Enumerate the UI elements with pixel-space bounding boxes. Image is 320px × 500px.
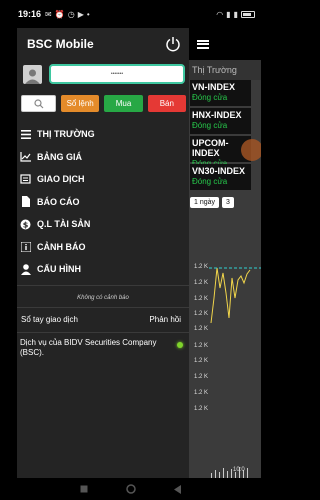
status-system-icons: ◠ ▮ ▮ — [216, 10, 255, 19]
status-time: 19:16 — [18, 9, 42, 19]
index-status: Đóng cửa — [192, 121, 228, 130]
menu-item-cau-hinh[interactable]: CẤU HÌNH — [17, 258, 189, 281]
divider — [17, 284, 189, 286]
document-icon — [20, 196, 31, 208]
signal-icon-2: ▮ — [233, 9, 238, 19]
account-field[interactable]: ••••••• — [49, 64, 185, 84]
market-title: Thị Trường — [189, 60, 261, 80]
bars-icon — [20, 129, 31, 140]
footer-links: Sổ tay giao dịch Phản hồi — [17, 313, 189, 326]
wifi-icon: ◠ — [216, 9, 224, 19]
system-nav-bar — [0, 478, 261, 500]
more-dots-icon: • — [86, 9, 90, 19]
menu-label: BẢNG GIÁ — [37, 151, 82, 162]
search-icon — [33, 98, 43, 108]
mail-icon: ✉ — [45, 9, 52, 19]
divider — [17, 306, 189, 308]
back-icon[interactable] — [173, 484, 182, 494]
trading-manual-link[interactable]: Sổ tay giao dịch — [21, 315, 78, 324]
menu-label: BÁO CÁO — [37, 196, 80, 207]
index-card[interactable]: UPCOM-INDEX Đóng cửa — [190, 136, 261, 168]
index-card[interactable]: HNX-INDEX Đóng cửa — [190, 108, 251, 134]
battery-icon — [241, 10, 255, 18]
provider-text: Dịch vụ của BIDV Securities Company (BSC… — [17, 333, 189, 358]
search-button[interactable] — [21, 95, 56, 112]
menu-item-bao-cao[interactable]: BÁO CÁO — [17, 191, 189, 214]
menu-label: THỊ TRƯỜNG — [37, 129, 95, 140]
quick-actions: Sổ lệnh Mua Bán — [17, 95, 189, 112]
index-name: VN-INDEX — [192, 82, 236, 92]
power-icon[interactable] — [163, 34, 183, 54]
money-icon: $ — [20, 219, 31, 230]
menu-item-bang-gia[interactable]: BẢNG GIÁ — [17, 146, 189, 169]
menu-label: CẤU HÌNH — [37, 264, 81, 275]
avatar-icon[interactable] — [23, 64, 42, 84]
menu-label: GIAO DỊCH — [37, 174, 85, 185]
index-line — [210, 267, 251, 324]
menu-label: CẢNH BÁO — [37, 241, 86, 252]
x-axis-label: 10:0 — [233, 467, 245, 473]
index-name: HNX-INDEX — [192, 110, 242, 120]
drawer-menu: THỊ TRƯỜNG BẢNG GIÁ GIAO DỊCH BÁO CÁO $ … — [17, 123, 189, 281]
provider-label: Dịch vụ của BIDV Securities Company (BSC… — [20, 337, 157, 357]
info-icon — [20, 241, 31, 252]
chart-icon — [20, 151, 31, 162]
menu-item-canh-bao[interactable]: CẢNH BÁO — [17, 236, 189, 259]
status-notification-icons: ✉ ⏰ ◷ ▶ • — [45, 10, 90, 19]
index-card[interactable]: VN-INDEX Đóng cửa — [190, 80, 251, 106]
intraday-chart: 1.2 K 1.2 K 1.2 K 1.2 K 1.2 K 1.2 K 1.2 … — [189, 258, 261, 478]
period-tab[interactable]: 3 — [222, 197, 234, 208]
alarm-icon: ⏰ — [54, 9, 65, 19]
order-book-button[interactable]: Sổ lệnh — [61, 95, 100, 112]
buy-button[interactable]: Mua — [104, 95, 143, 112]
index-card[interactable]: VN30-INDEX Đóng cửa — [190, 164, 251, 190]
period-tabs: 1 ngày 3 — [189, 192, 261, 208]
period-tab[interactable]: 1 ngày — [190, 197, 220, 208]
market-header — [189, 28, 261, 60]
feedback-link[interactable]: Phản hồi — [149, 315, 181, 324]
user-icon — [20, 263, 31, 275]
status-bar: 19:16 ✉ ⏰ ◷ ▶ • ◠ ▮ ▮ — [0, 0, 261, 28]
drawer-header: BSC Mobile — [17, 28, 189, 60]
navigation-drawer: BSC Mobile ••••••• Sổ lệnh Mua Bán THỊ T… — [17, 28, 189, 478]
signal-icon: ▮ — [226, 9, 231, 19]
svg-text:$: $ — [23, 220, 29, 229]
app-title: BSC Mobile — [27, 37, 94, 51]
index-status: Đóng cửa — [192, 177, 228, 186]
index-status: Đóng cửa — [192, 93, 228, 102]
menu-item-thi-truong[interactable]: THỊ TRƯỜNG — [17, 123, 189, 146]
user-row: ••••••• — [17, 61, 189, 87]
exchange-icon — [20, 174, 31, 185]
seal-badge — [241, 139, 261, 161]
video-icon: ▶ — [77, 9, 84, 19]
menu-item-ql-tai-san[interactable]: $ Q.L TÀI SẢN — [17, 213, 189, 236]
menu-item-giao-dich[interactable]: GIAO DỊCH — [17, 168, 189, 191]
no-alert-message: Không có cảnh báo — [77, 295, 129, 301]
index-name: VN30-INDEX — [192, 166, 246, 176]
clock-icon: ◷ — [67, 9, 75, 19]
online-status-dot-icon — [177, 341, 183, 348]
sell-button[interactable]: Bán — [147, 95, 186, 112]
chart-line-svg — [209, 267, 261, 478]
home-icon[interactable] — [125, 484, 136, 494]
hamburger-menu-icon[interactable] — [197, 39, 209, 49]
recents-icon[interactable] — [80, 485, 88, 493]
menu-label: Q.L TÀI SẢN — [37, 219, 91, 230]
market-screen-background: Thị Trường VN-INDEX Đóng cửa HNX-INDEX Đ… — [189, 28, 261, 478]
